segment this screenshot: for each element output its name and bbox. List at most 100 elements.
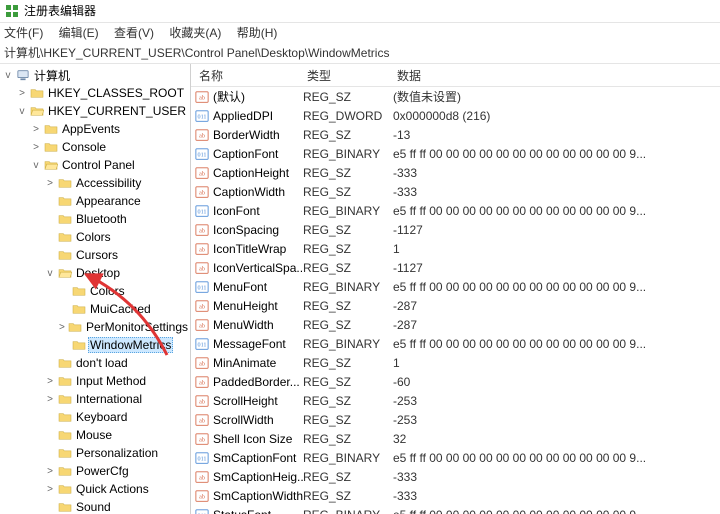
tree-label[interactable]: 计算机 — [32, 67, 72, 84]
tree-label[interactable]: Colors — [88, 284, 127, 298]
twisty-icon[interactable] — [44, 232, 56, 243]
twisty-icon[interactable] — [44, 214, 56, 225]
twisty-icon[interactable]: > — [44, 484, 56, 495]
tree-label[interactable]: WindowMetrics — [88, 337, 173, 353]
tree-label[interactable]: PerMonitorSettings — [84, 320, 190, 334]
tree-label[interactable]: Input Method — [74, 374, 148, 388]
value-row[interactable]: 011AppliedDPI REG_DWORD 0x000000d8 (216) — [191, 106, 720, 125]
tree-label[interactable]: Console — [60, 140, 108, 154]
tree-label[interactable]: HKEY_CURRENT_USER — [46, 104, 188, 118]
tree-label[interactable]: Mouse — [74, 428, 114, 442]
value-row[interactable]: abCaptionHeight REG_SZ -333 — [191, 163, 720, 182]
tree-hive[interactable]: > HKEY_CLASSES_ROOT — [0, 84, 190, 102]
twisty-icon[interactable] — [44, 430, 56, 441]
value-row[interactable]: abIconSpacing REG_SZ -1127 — [191, 220, 720, 239]
tree-label[interactable]: Colors — [74, 230, 113, 244]
twisty-icon[interactable]: v — [44, 268, 56, 279]
twisty-icon[interactable] — [44, 412, 56, 423]
twisty-icon[interactable]: > — [44, 394, 56, 405]
twisty-icon[interactable] — [58, 340, 70, 351]
twisty-icon[interactable] — [44, 448, 56, 459]
tree-label[interactable]: Appearance — [74, 194, 143, 208]
col-header-data[interactable]: 数据 — [397, 67, 720, 84]
value-row[interactable]: abScrollHeight REG_SZ -253 — [191, 391, 720, 410]
value-row[interactable]: 011IconFont REG_BINARY e5 ff ff 00 00 00… — [191, 201, 720, 220]
value-row[interactable]: abPaddedBorder... REG_SZ -60 — [191, 372, 720, 391]
tree-label[interactable]: PowerCfg — [74, 464, 131, 478]
tree-hive[interactable]: v HKEY_CURRENT_USER — [0, 102, 190, 120]
twisty-icon[interactable]: v — [16, 106, 28, 117]
tree-label[interactable]: AppEvents — [60, 122, 122, 136]
twisty-icon[interactable]: > — [44, 376, 56, 387]
tree-item[interactable]: > AppEvents — [0, 120, 190, 138]
tree-label[interactable]: Cursors — [74, 248, 120, 262]
tree-label[interactable]: MuiCached — [88, 302, 153, 316]
tree-label[interactable]: Quick Actions — [74, 482, 151, 496]
tree-item[interactable]: Appearance — [0, 192, 190, 210]
tree-label[interactable]: Control Panel — [60, 158, 137, 172]
list-header[interactable]: 名称 类型 数据 — [191, 64, 720, 87]
value-row[interactable]: abIconVerticalSpa... REG_SZ -1127 — [191, 258, 720, 277]
tree-item[interactable]: Personalization — [0, 444, 190, 462]
value-row[interactable]: abShell Icon Size REG_SZ 32 — [191, 429, 720, 448]
value-row[interactable]: abSmCaptionWidth REG_SZ -333 — [191, 486, 720, 505]
tree-item[interactable]: Colors — [0, 228, 190, 246]
value-row[interactable]: abSmCaptionHeig... REG_SZ -333 — [191, 467, 720, 486]
value-row[interactable]: abMenuWidth REG_SZ -287 — [191, 315, 720, 334]
tree-item[interactable]: MuiCached — [0, 300, 190, 318]
twisty-icon[interactable]: > — [58, 322, 66, 333]
tree-item[interactable]: v Control Panel — [0, 156, 190, 174]
tree-item[interactable]: > PerMonitorSettings — [0, 318, 190, 336]
col-header-type[interactable]: 类型 — [307, 67, 397, 84]
tree-item[interactable]: don't load — [0, 354, 190, 372]
twisty-icon[interactable] — [58, 304, 70, 315]
twisty-icon[interactable] — [44, 358, 56, 369]
value-row[interactable]: 011StatusFont REG_BINARY e5 ff ff 00 00 … — [191, 505, 720, 514]
value-row[interactable]: abScrollWidth REG_SZ -253 — [191, 410, 720, 429]
value-row[interactable]: 011MessageFont REG_BINARY e5 ff ff 00 00… — [191, 334, 720, 353]
tree-item[interactable]: WindowMetrics — [0, 336, 190, 354]
value-row[interactable]: abMenuHeight REG_SZ -287 — [191, 296, 720, 315]
tree-label[interactable]: Keyboard — [74, 410, 129, 424]
tree-item[interactable]: > Console — [0, 138, 190, 156]
menu-view[interactable]: 查看(V) — [114, 26, 154, 40]
tree-item[interactable]: > PowerCfg — [0, 462, 190, 480]
tree-item[interactable]: Keyboard — [0, 408, 190, 426]
twisty-icon[interactable]: v — [2, 70, 14, 81]
tree-item[interactable]: Sound — [0, 498, 190, 514]
twisty-icon[interactable]: v — [30, 160, 42, 171]
tree-item[interactable]: > International — [0, 390, 190, 408]
menu-file[interactable]: 文件(F) — [4, 26, 43, 40]
menu-help[interactable]: 帮助(H) — [237, 26, 278, 40]
tree-label[interactable]: don't load — [74, 356, 130, 370]
tree-label[interactable]: Bluetooth — [74, 212, 129, 226]
tree-label[interactable]: Accessibility — [74, 176, 143, 190]
twisty-icon[interactable] — [58, 286, 70, 297]
values-pane[interactable]: 名称 类型 数据 ab(默认) REG_SZ (数值未设置) 011Applie… — [191, 64, 720, 514]
tree-root[interactable]: v 计算机 — [0, 66, 190, 84]
value-row[interactable]: abBorderWidth REG_SZ -13 — [191, 125, 720, 144]
tree-item[interactable]: Cursors — [0, 246, 190, 264]
menu-fav[interactable]: 收藏夹(A) — [169, 26, 221, 40]
tree-item[interactable]: > Input Method — [0, 372, 190, 390]
twisty-icon[interactable]: > — [30, 124, 42, 135]
tree-item[interactable]: Colors — [0, 282, 190, 300]
twisty-icon[interactable]: > — [44, 466, 56, 477]
menubar[interactable]: 文件(F) 编辑(E) 查看(V) 收藏夹(A) 帮助(H) — [0, 23, 720, 43]
tree-label[interactable]: Personalization — [74, 446, 160, 460]
address-bar[interactable]: 计算机\HKEY_CURRENT_USER\Control Panel\Desk… — [0, 43, 720, 64]
tree-item[interactable]: v Desktop — [0, 264, 190, 282]
value-row[interactable]: 011CaptionFont REG_BINARY e5 ff ff 00 00… — [191, 144, 720, 163]
twisty-icon[interactable]: > — [16, 88, 28, 99]
twisty-icon[interactable] — [44, 250, 56, 261]
tree-label[interactable]: Desktop — [74, 266, 122, 280]
menu-edit[interactable]: 编辑(E) — [59, 26, 99, 40]
tree-label[interactable]: International — [74, 392, 144, 406]
tree-item[interactable]: > Accessibility — [0, 174, 190, 192]
value-row[interactable]: ab(默认) REG_SZ (数值未设置) — [191, 87, 720, 106]
value-row[interactable]: abCaptionWidth REG_SZ -333 — [191, 182, 720, 201]
value-row[interactable]: abMinAnimate REG_SZ 1 — [191, 353, 720, 372]
twisty-icon[interactable]: > — [30, 142, 42, 153]
twisty-icon[interactable] — [44, 196, 56, 207]
twisty-icon[interactable] — [44, 502, 56, 513]
